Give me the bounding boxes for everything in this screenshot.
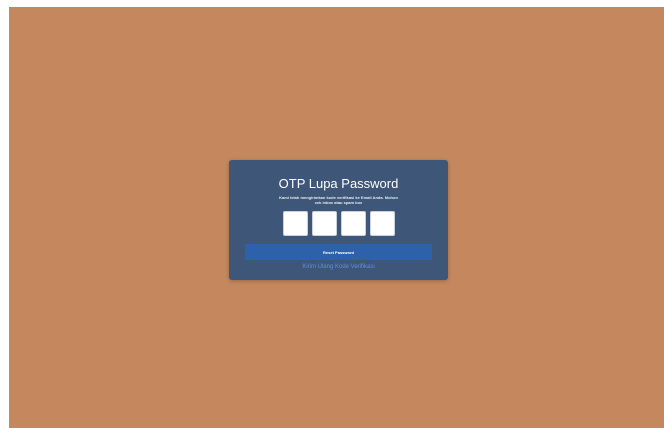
otp-digit-4[interactable] — [369, 211, 395, 236]
otp-digit-3[interactable] — [340, 211, 366, 236]
otp-digit-1[interactable] — [282, 211, 308, 236]
card-description: Kami telah mengirimkan kode verifikasi k… — [279, 195, 398, 205]
page-background: OTP Lupa Password Kami telah mengirimkan… — [9, 7, 664, 428]
otp-digit-2[interactable] — [311, 211, 337, 236]
otp-card: OTP Lupa Password Kami telah mengirimkan… — [229, 160, 448, 280]
card-title: OTP Lupa Password — [278, 176, 399, 191]
resend-code-link[interactable]: Kirim Ulang Kode Verifikasi — [229, 263, 448, 271]
otp-input-group — [229, 211, 448, 236]
reset-password-button[interactable]: Reset Password — [245, 244, 432, 260]
